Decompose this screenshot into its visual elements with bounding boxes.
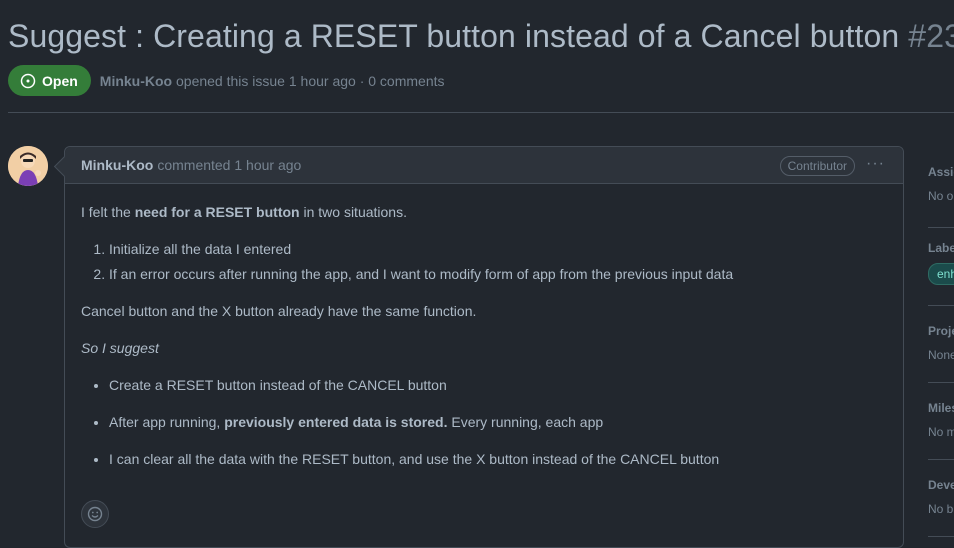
list-item: If an error occurs after running the app… (109, 264, 887, 284)
comment-body: I felt the need for a RESET button in tw… (65, 184, 903, 469)
issue-opened-icon (20, 73, 36, 88)
sidebar-development: Deve No b (928, 478, 954, 516)
assignees-value: No o (928, 189, 954, 203)
intro-text: I felt the (81, 204, 135, 220)
sidebar-divider (928, 536, 954, 537)
comment-paragraph: Cancel button and the X button already h… (81, 303, 477, 319)
comment-timestamp[interactable]: commented 1 hour ago (157, 157, 301, 173)
sidebar-divider (928, 459, 954, 460)
issue-author-link[interactable]: Minku-Koo (100, 73, 172, 89)
projects-title[interactable]: Proje (928, 324, 954, 338)
issue-title: Suggest : Creating a RESET button instea… (8, 18, 954, 55)
status-label: Open (42, 72, 78, 89)
comment-header: Minku-Koo commented 1 hour ago Contribut… (65, 147, 903, 184)
issue-title-text: Suggest : Creating a RESET button instea… (8, 18, 900, 54)
sidebar-projects: Proje None (928, 324, 954, 362)
issue-number: #232 (908, 18, 954, 54)
labels-title[interactable]: Labe (928, 241, 954, 255)
sidebar-labels: Labe enh (928, 241, 954, 285)
intro-bold: need for a RESET button (134, 204, 300, 220)
smiley-icon (87, 506, 103, 522)
intro-text-end: in two situations. (299, 204, 407, 220)
list-item: After app running, previously entered da… (109, 412, 887, 432)
assignees-title[interactable]: Assig (928, 165, 954, 179)
sidebar-divider (928, 305, 954, 306)
situations-list: Initialize all the data I entered If an … (81, 239, 887, 284)
bullet2-bold: previously entered data is stored. (224, 414, 448, 430)
list-item: I can clear all the data with the RESET … (109, 449, 887, 469)
contributor-badge: Contributor (779, 156, 855, 176)
issue-meta-text: opened this issue 1 hour ago · 0 comment… (176, 72, 445, 89)
sidebar-divider (928, 227, 954, 228)
header-divider (8, 112, 954, 113)
bullet2-pre: After app running, (109, 414, 225, 430)
projects-value: None (928, 348, 954, 362)
comment-intro: I felt the need for a RESET button in tw… (81, 202, 887, 222)
milestone-title[interactable]: Miles (928, 401, 954, 415)
add-reaction-button[interactable] (81, 500, 109, 528)
issue-meta: Minku-Koo opened this issue 1 hour ago ·… (100, 73, 445, 89)
comment-italic: So I suggest (81, 338, 887, 358)
italic-text: So I suggest (81, 340, 159, 356)
sidebar-milestone: Miles No m (928, 401, 954, 439)
sidebar-divider (928, 382, 954, 383)
development-title[interactable]: Deve (928, 478, 954, 492)
list-item: Initialize all the data I entered (109, 239, 887, 259)
status-badge: Open (8, 65, 91, 96)
comment-author-link[interactable]: Minku-Koo (81, 157, 153, 173)
sidebar-assignees: Assig No o (928, 165, 954, 203)
milestone-value: No m (928, 425, 954, 439)
suggestion-list: Create a RESET button instead of the CAN… (81, 375, 887, 469)
issue-status-row: Open Minku-Koo opened this issue 1 hour … (8, 65, 445, 96)
comment-options-icon[interactable]: ··· (866, 155, 885, 173)
comment-box: Minku-Koo commented 1 hour ago Contribut… (64, 146, 904, 548)
bullet2-post: Every running, each app (447, 414, 604, 430)
development-value: No b (928, 502, 954, 516)
label-enhancement[interactable]: enh (928, 263, 954, 285)
avatar-image (8, 146, 48, 186)
list-item: Create a RESET button instead of the CAN… (109, 375, 887, 395)
avatar[interactable] (8, 146, 48, 186)
